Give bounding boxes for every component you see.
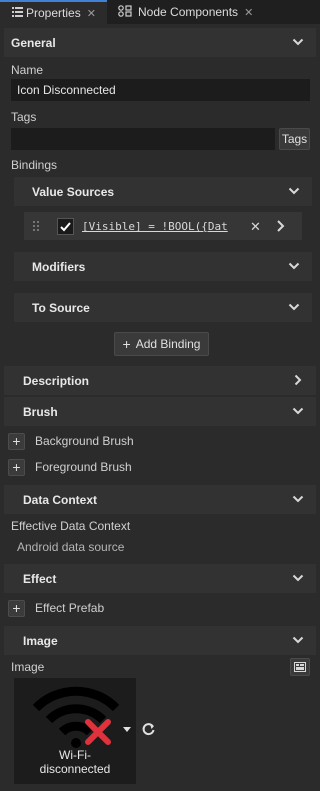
value-sources-title: Value Sources	[32, 184, 115, 199]
section-data-context[interactable]: Data Context	[4, 485, 316, 514]
reset-icon[interactable]	[141, 722, 156, 737]
section-description[interactable]: Description	[4, 366, 316, 395]
chevron-down-icon	[288, 262, 300, 270]
tab-bar: Properties ✕ Node Components ✕	[0, 0, 320, 24]
section-effect[interactable]: Effect	[4, 564, 316, 593]
section-value-sources[interactable]: Value Sources	[14, 177, 312, 206]
chevron-down-icon	[292, 495, 304, 503]
binding-expression[interactable]: [Visible] = !BOOL({Dat	[82, 218, 264, 235]
name-field[interactable]: Icon Disconnected	[11, 79, 310, 101]
effective-data-context-label: Effective Data Context	[11, 519, 131, 533]
effect-prefab-label: Effect Prefab	[35, 601, 105, 615]
image-browser-icon	[294, 662, 306, 672]
tab-node-components[interactable]: Node Components ✕	[110, 0, 266, 24]
chevron-right-icon	[294, 374, 302, 386]
to-source-title: To Source	[32, 300, 90, 315]
foreground-brush-label: Foreground Brush	[35, 460, 132, 474]
chevron-down-icon	[288, 303, 300, 311]
add-effect-prefab-button[interactable]: +	[8, 600, 25, 617]
plus-icon: +	[122, 336, 131, 352]
binding-enabled-checkbox[interactable]	[57, 218, 74, 235]
tab-properties-label: Properties	[26, 6, 81, 20]
tags-label: Tags	[11, 110, 37, 124]
section-general[interactable]: General	[4, 28, 316, 57]
background-brush-label: Background Brush	[35, 434, 134, 448]
section-modifiers[interactable]: Modifiers	[14, 252, 312, 281]
add-binding-button[interactable]: + Add Binding	[114, 332, 209, 356]
add-foreground-brush-button[interactable]: +	[8, 459, 25, 476]
section-to-source[interactable]: To Source	[14, 293, 312, 322]
image-caption: Wi-Fi- disconnected	[39, 748, 111, 776]
chevron-down-icon	[292, 636, 304, 644]
modifiers-title: Modifiers	[32, 259, 86, 274]
components-icon	[116, 4, 134, 20]
image-title: Image	[23, 633, 58, 648]
close-icon[interactable]: ✕	[87, 7, 96, 20]
add-background-brush-button[interactable]: +	[8, 433, 25, 450]
name-label: Name	[11, 63, 44, 77]
binding-row: [Visible] = !BOOL({Dat ✕	[24, 212, 302, 240]
chevron-down-icon	[292, 38, 304, 46]
data-context-title: Data Context	[23, 492, 98, 507]
chevron-down-icon	[292, 574, 304, 582]
drag-handle-icon[interactable]	[32, 220, 40, 232]
tags-input[interactable]	[11, 128, 275, 150]
check-icon	[60, 222, 71, 232]
brush-title: Brush	[23, 404, 58, 419]
chevron-right-icon[interactable]	[276, 219, 286, 233]
image-browser-button[interactable]	[290, 658, 310, 676]
section-brush[interactable]: Brush	[4, 397, 316, 426]
add-binding-label: Add Binding	[135, 337, 201, 351]
remove-binding-icon[interactable]: ✕	[250, 219, 261, 235]
close-icon[interactable]: ✕	[244, 6, 253, 19]
image-preview[interactable]: Wi-Fi- disconnected	[14, 678, 136, 784]
image-property-label: Image	[11, 660, 45, 674]
chevron-down-icon	[292, 407, 304, 415]
chevron-down-icon	[288, 187, 300, 195]
bindings-label: Bindings	[11, 158, 58, 172]
tab-properties[interactable]: Properties ✕	[0, 0, 107, 24]
section-image[interactable]: Image	[4, 626, 316, 655]
tab-node-components-label: Node Components	[138, 5, 239, 19]
list-icon	[8, 6, 26, 20]
dropdown-arrow-icon[interactable]	[122, 726, 132, 734]
wifi-disconnected-icon	[32, 686, 120, 748]
tags-button[interactable]: Tags	[279, 128, 310, 150]
effect-title: Effect	[23, 571, 57, 586]
effective-data-context-value: Android data source	[17, 540, 125, 554]
description-title: Description	[23, 373, 90, 388]
section-general-title: General	[11, 35, 56, 50]
